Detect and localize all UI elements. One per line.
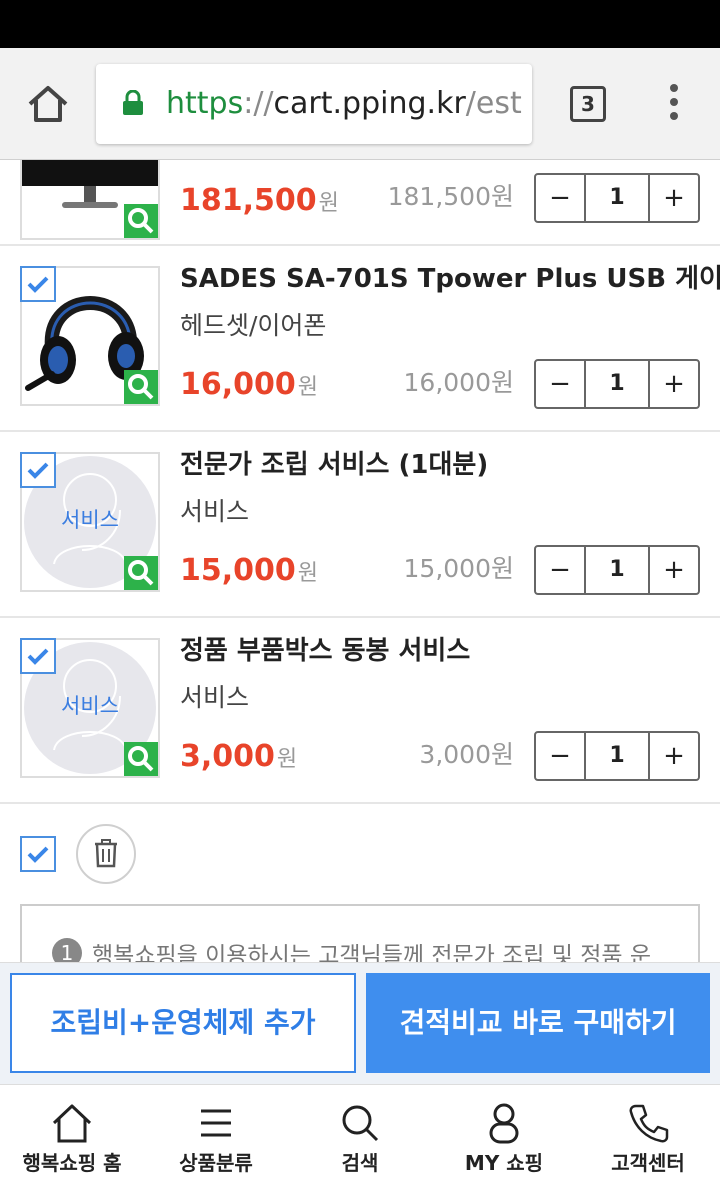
quantity-stepper[interactable]: − 1 +	[534, 173, 700, 223]
item-checkbox[interactable]	[20, 266, 56, 302]
checkmark-icon	[27, 846, 49, 863]
item-checkbox[interactable]	[20, 452, 56, 488]
zoom-button[interactable]	[124, 370, 158, 404]
item-price: 3,000원	[180, 739, 298, 774]
item-subtotal: 3,000원	[419, 740, 514, 769]
cart-list: 181,500원 181,500원 − 1 + SADES SA-701S Tp…	[0, 160, 720, 962]
nav-support-label: 고객센터	[611, 1151, 685, 1175]
quantity-stepper[interactable]: − 1 +	[534, 545, 700, 595]
increase-button[interactable]: +	[650, 175, 698, 221]
service-label: 서비스	[61, 694, 119, 718]
nav-category-label: 상품분류	[179, 1151, 253, 1175]
quantity-stepper[interactable]: − 1 +	[534, 731, 700, 781]
product-image[interactable]	[20, 160, 160, 240]
decrease-button[interactable]: −	[536, 733, 584, 779]
item-checkbox[interactable]	[20, 638, 56, 674]
item-name[interactable]: SADES SA-701S Tpower Plus USB 게이...	[180, 262, 720, 296]
item-name[interactable]: 전문가 조립 서비스 (1대분)	[180, 448, 488, 482]
item-price: 15,000원	[180, 553, 319, 588]
increase-button[interactable]: +	[650, 547, 698, 593]
notice-text: 행복쇼핑을 이용하시는 고객님들께 전문가 조립 및 정품 운	[92, 943, 652, 962]
magnifier-icon	[128, 374, 154, 400]
cart-controls: 1 행복쇼핑을 이용하시는 고객님들께 전문가 조립 및 정품 운	[0, 802, 720, 962]
service-label: 서비스	[61, 508, 119, 532]
nav-home[interactable]: 행복쇼핑 홈	[0, 1085, 144, 1193]
zoom-button[interactable]	[124, 742, 158, 776]
cart-item: 서비스 정품 부품박스 동봉 서비스 서비스 3,000원 3,000원 − 1…	[0, 618, 720, 804]
quantity-input[interactable]: 1	[584, 175, 650, 221]
decrease-button[interactable]: −	[536, 361, 584, 407]
nav-my-label: MY 쇼핑	[464, 1151, 544, 1175]
quantity-stepper[interactable]: − 1 +	[534, 359, 700, 409]
user-icon	[489, 1103, 519, 1144]
url-separator: ://	[243, 86, 274, 121]
nav-my[interactable]: MY 쇼핑	[432, 1085, 576, 1193]
url-host: cart.pping.kr	[273, 86, 466, 121]
item-category: 서비스	[180, 497, 250, 526]
item-name[interactable]: 정품 부품박스 동봉 서비스	[180, 634, 470, 668]
item-subtotal: 15,000원	[403, 554, 514, 583]
decrease-button[interactable]: −	[536, 175, 584, 221]
cart-action-bar: 조립비+운영체제 추가 견적비교 바로 구매하기	[0, 962, 720, 1084]
nav-search[interactable]: 검색	[288, 1085, 432, 1193]
notice-number-badge: 1	[52, 938, 82, 962]
item-category: 서비스	[180, 683, 250, 712]
compare-buy-button[interactable]: 견적비교 바로 구매하기	[366, 973, 710, 1073]
nav-support[interactable]: 고객센터	[576, 1085, 720, 1193]
add-assembly-os-button[interactable]: 조립비+운영체제 추가	[10, 973, 356, 1073]
checkmark-icon	[27, 276, 49, 293]
bottom-navigation: 행복쇼핑 홈 상품분류 검색 MY 쇼핑 고객센터	[0, 1084, 720, 1193]
browser-toolbar: https://cart.pping.kr/est 3	[0, 48, 720, 160]
magnifier-icon	[128, 746, 154, 772]
nav-home-label: 행복쇼핑 홈	[22, 1151, 122, 1175]
item-subtotal: 181,500원	[387, 182, 514, 211]
item-category: 헤드셋/이어폰	[180, 311, 327, 340]
quantity-input[interactable]: 1	[584, 547, 650, 593]
decrease-button[interactable]: −	[536, 547, 584, 593]
item-price: 181,500원	[180, 183, 339, 218]
url-text: https://cart.pping.kr/est	[166, 84, 522, 124]
nav-search-label: 검색	[341, 1151, 379, 1175]
zoom-button[interactable]	[124, 204, 158, 238]
item-price: 16,000원	[180, 367, 319, 402]
phone-icon	[629, 1104, 669, 1143]
checkmark-icon	[27, 462, 49, 479]
nav-category[interactable]: 상품분류	[144, 1085, 288, 1193]
tab-switcher-button[interactable]: 3	[570, 86, 606, 122]
quantity-input[interactable]: 1	[584, 733, 650, 779]
home-icon	[52, 1104, 92, 1143]
search-icon	[342, 1105, 379, 1142]
url-scheme: https	[166, 86, 244, 121]
more-menu-icon[interactable]	[660, 84, 688, 124]
select-all-checkbox[interactable]	[20, 836, 56, 872]
magnifier-icon	[128, 208, 154, 234]
status-bar	[0, 0, 720, 48]
delete-selected-button[interactable]	[76, 824, 136, 884]
lock-icon	[122, 89, 144, 116]
increase-button[interactable]: +	[650, 733, 698, 779]
trash-icon	[95, 839, 117, 868]
quantity-input[interactable]: 1	[584, 361, 650, 407]
cart-item: 서비스 전문가 조립 서비스 (1대분) 서비스 15,000원 15,000원…	[0, 432, 720, 618]
menu-icon	[201, 1109, 231, 1137]
magnifier-icon	[128, 560, 154, 586]
cart-item: SADES SA-701S Tpower Plus USB 게이... 헤드셋/…	[0, 246, 720, 432]
checkmark-icon	[27, 648, 49, 665]
item-subtotal: 16,000원	[403, 368, 514, 397]
zoom-button[interactable]	[124, 556, 158, 590]
address-bar[interactable]: https://cart.pping.kr/est	[96, 64, 532, 144]
url-path: /est	[465, 86, 522, 121]
home-icon[interactable]	[26, 84, 70, 124]
increase-button[interactable]: +	[650, 361, 698, 407]
notice-box: 1 행복쇼핑을 이용하시는 고객님들께 전문가 조립 및 정품 운	[20, 904, 700, 962]
cart-item: 181,500원 181,500원 − 1 +	[0, 160, 720, 246]
